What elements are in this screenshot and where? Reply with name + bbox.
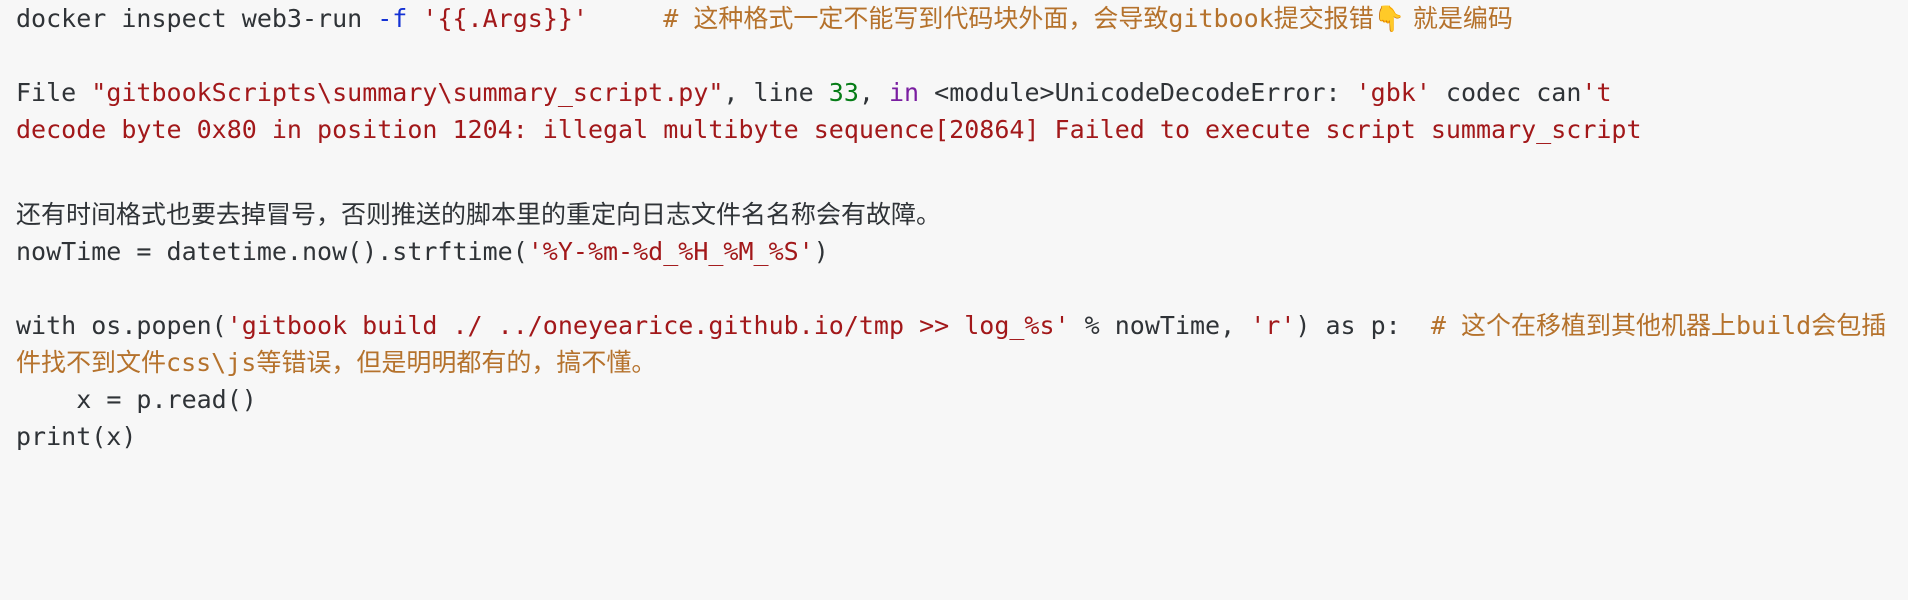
code-line-with-popen: with os.popen('gitbook build ./ ../oneye…: [16, 307, 1902, 381]
code-line-print: print(x): [16, 418, 1902, 455]
docker-command-text: docker inspect web3-run: [16, 4, 378, 33]
traceback-file-path: "gitbookScripts\summary\summary_script.p…: [91, 78, 724, 107]
traceback-detail-text: decode byte 0x80 in position 1204: illeg…: [16, 115, 1642, 144]
traceback-line-label: , line: [723, 78, 829, 107]
popen-comment-cjk-part3: 等错误，但是明明都有的，搞不懂。: [256, 348, 657, 377]
traceback-file-keyword: File: [16, 78, 92, 107]
traceback-comma: ,: [858, 78, 889, 107]
popen-comment-cjk-part1: 这个在移植到其他机器上: [1460, 311, 1736, 340]
traceback-in-keyword: in: [889, 78, 920, 107]
code-block: docker inspect web3-run -f '{{.Args}}' #…: [16, 0, 1902, 455]
comment-hash: #: [663, 4, 694, 33]
comment-cjk-part2: 提交报错: [1273, 4, 1374, 33]
space-sep: [407, 4, 422, 33]
popen-comment-code-cssjs: css\js: [166, 348, 257, 377]
nowtime-lhs: nowTime = datetime.now().strftime(: [16, 237, 528, 266]
popen-comment-hash: #: [1430, 311, 1461, 340]
traceback-codec-name: 'gbk': [1355, 78, 1431, 107]
code-line-docker-command: docker inspect web3-run -f '{{.Args}}' #…: [16, 0, 1902, 37]
gap-sep: [588, 4, 663, 33]
traceback-codec-tail: codec can: [1430, 78, 1582, 107]
popen-command-string: 'gitbook build ./ ../oneyearice.github.i…: [226, 311, 1070, 340]
code-line-nowtime: nowTime = datetime.now().strftime('%Y-%m…: [16, 233, 1902, 270]
popen-head: with os.popen(: [16, 311, 227, 340]
popen-mid: % nowTime,: [1069, 311, 1251, 340]
nowtime-format-string: '%Y-%m-%d_%H_%M_%S': [527, 237, 814, 266]
code-line-read: x = p.read(): [16, 381, 1902, 418]
traceback-error-tail: 't: [1581, 78, 1612, 107]
code-page: docker inspect web3-run -f '{{.Args}}' #…: [0, 0, 1908, 600]
traceback-module-error: <module>UnicodeDecodeError:: [919, 78, 1356, 107]
nowtime-rhs: ): [813, 237, 829, 266]
popen-mode: 'r': [1250, 311, 1296, 340]
chinese-note-text: 还有时间格式也要去掉冒号，否则推送的脚本里的重定向日志文件名名称会有故障。: [16, 200, 942, 229]
comment-cjk-part1: 这种格式一定不能写到代码块外面，会导致: [693, 4, 1169, 33]
comment-code-gitbook: gitbook: [1168, 4, 1274, 33]
pointing-down-hand-icon: 👇: [1373, 4, 1405, 33]
code-line-chinese-note: 还有时间格式也要去掉冒号，否则推送的脚本里的重定向日志文件名名称会有故障。: [16, 196, 1902, 233]
docker-flag: -f: [377, 4, 408, 33]
comment-cjk-part3: 就是编码: [1404, 4, 1513, 33]
print-text: print(x): [16, 422, 137, 451]
traceback-line-number: 33: [828, 78, 859, 107]
popen-tail: ) as p:: [1295, 311, 1401, 340]
read-text: x = p.read(): [16, 385, 257, 414]
popen-gap: [1401, 311, 1431, 340]
popen-comment-code-build: build: [1735, 311, 1812, 340]
code-line-traceback-file: File "gitbookScripts\summary\summary_scr…: [16, 74, 1902, 111]
docker-format-arg: '{{.Args}}': [422, 4, 588, 33]
code-line-traceback-detail: decode byte 0x80 in position 1204: illeg…: [16, 111, 1902, 148]
